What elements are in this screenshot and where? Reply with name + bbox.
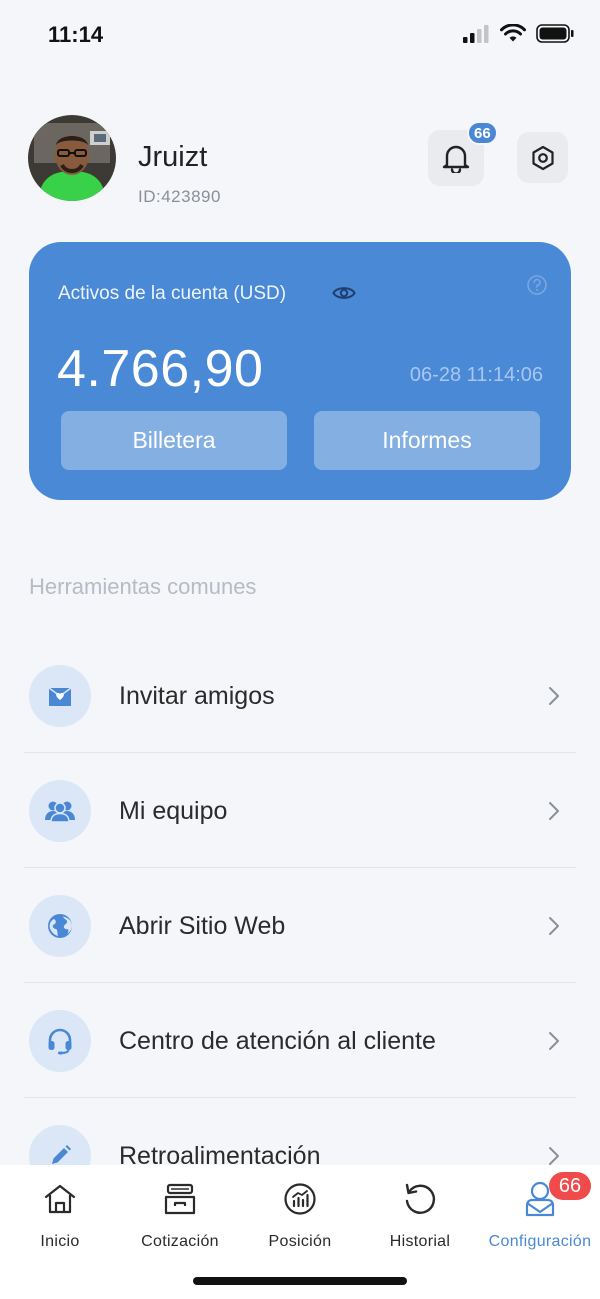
tab-label: Inicio	[40, 1233, 80, 1250]
avatar[interactable]	[28, 115, 116, 201]
menu-label: Mi equipo	[119, 797, 228, 825]
tab-label: Configuración	[488, 1233, 592, 1250]
tab-label: Cotización	[141, 1233, 219, 1250]
assets-card: Activos de la cuenta (USD) 4.766,90 06-2…	[29, 242, 571, 500]
assets-label: Activos de la cuenta (USD)	[58, 283, 287, 304]
section-title: Herramientas comunes	[29, 574, 257, 599]
tab-position[interactable]: Posición	[240, 1179, 360, 1251]
tab-label: Posición	[268, 1233, 332, 1250]
position-icon	[283, 1179, 317, 1219]
invite-icon	[29, 665, 91, 727]
chevron-right-icon	[548, 801, 560, 826]
wifi-icon	[500, 24, 526, 42]
menu-item-my-team[interactable]: Mi equipo	[24, 753, 576, 868]
tab-label: Historial	[389, 1233, 451, 1250]
home-icon	[43, 1179, 77, 1219]
globe-icon	[29, 895, 91, 957]
team-icon	[29, 780, 91, 842]
history-icon	[403, 1179, 437, 1219]
menu-label: Abrir Sitio Web	[119, 912, 286, 940]
gear-icon	[531, 145, 554, 170]
eye-icon[interactable]	[332, 284, 356, 307]
tab-quotes[interactable]: Cotización	[120, 1179, 240, 1251]
tab-history[interactable]: Historial	[360, 1179, 480, 1251]
menu-item-open-website[interactable]: Abrir Sitio Web	[24, 868, 576, 983]
signal-icon	[463, 24, 489, 43]
notification-badge: 66	[467, 121, 498, 145]
reports-button[interactable]: Informes	[314, 411, 540, 470]
chevron-right-icon	[548, 1031, 560, 1056]
help-icon[interactable]	[526, 274, 548, 301]
bell-icon	[442, 145, 470, 173]
wallet-button[interactable]: Billetera	[61, 411, 287, 470]
username: Jruizt	[138, 141, 208, 173]
chevron-right-icon	[548, 916, 560, 941]
assets-amount: 4.766,90	[57, 340, 264, 398]
chevron-right-icon	[548, 686, 560, 711]
home-indicator[interactable]	[193, 1277, 407, 1285]
user-id: ID:423890	[138, 187, 221, 206]
menu-item-invite-friends[interactable]: Invitar amigos	[24, 638, 576, 753]
settings-tab-badge: 66	[549, 1172, 591, 1200]
menu-label: Invitar amigos	[119, 682, 275, 710]
quote-icon	[163, 1179, 197, 1219]
headset-icon	[29, 1010, 91, 1072]
tools-list: Invitar amigos Mi equipo Abrir Sitio Web…	[24, 638, 576, 1213]
avatar-photo	[28, 115, 116, 201]
status-icons	[462, 24, 574, 43]
settings-button[interactable]	[517, 132, 568, 183]
status-time: 11:14	[48, 22, 104, 47]
status-bar: 11:14	[0, 0, 600, 70]
battery-icon	[536, 24, 574, 43]
assets-timestamp: 06-28 11:14:06	[409, 364, 543, 386]
menu-item-customer-service[interactable]: Centro de atención al cliente	[24, 983, 576, 1098]
tab-home[interactable]: Inicio	[0, 1179, 120, 1251]
menu-label: Centro de atención al cliente	[119, 1027, 436, 1055]
